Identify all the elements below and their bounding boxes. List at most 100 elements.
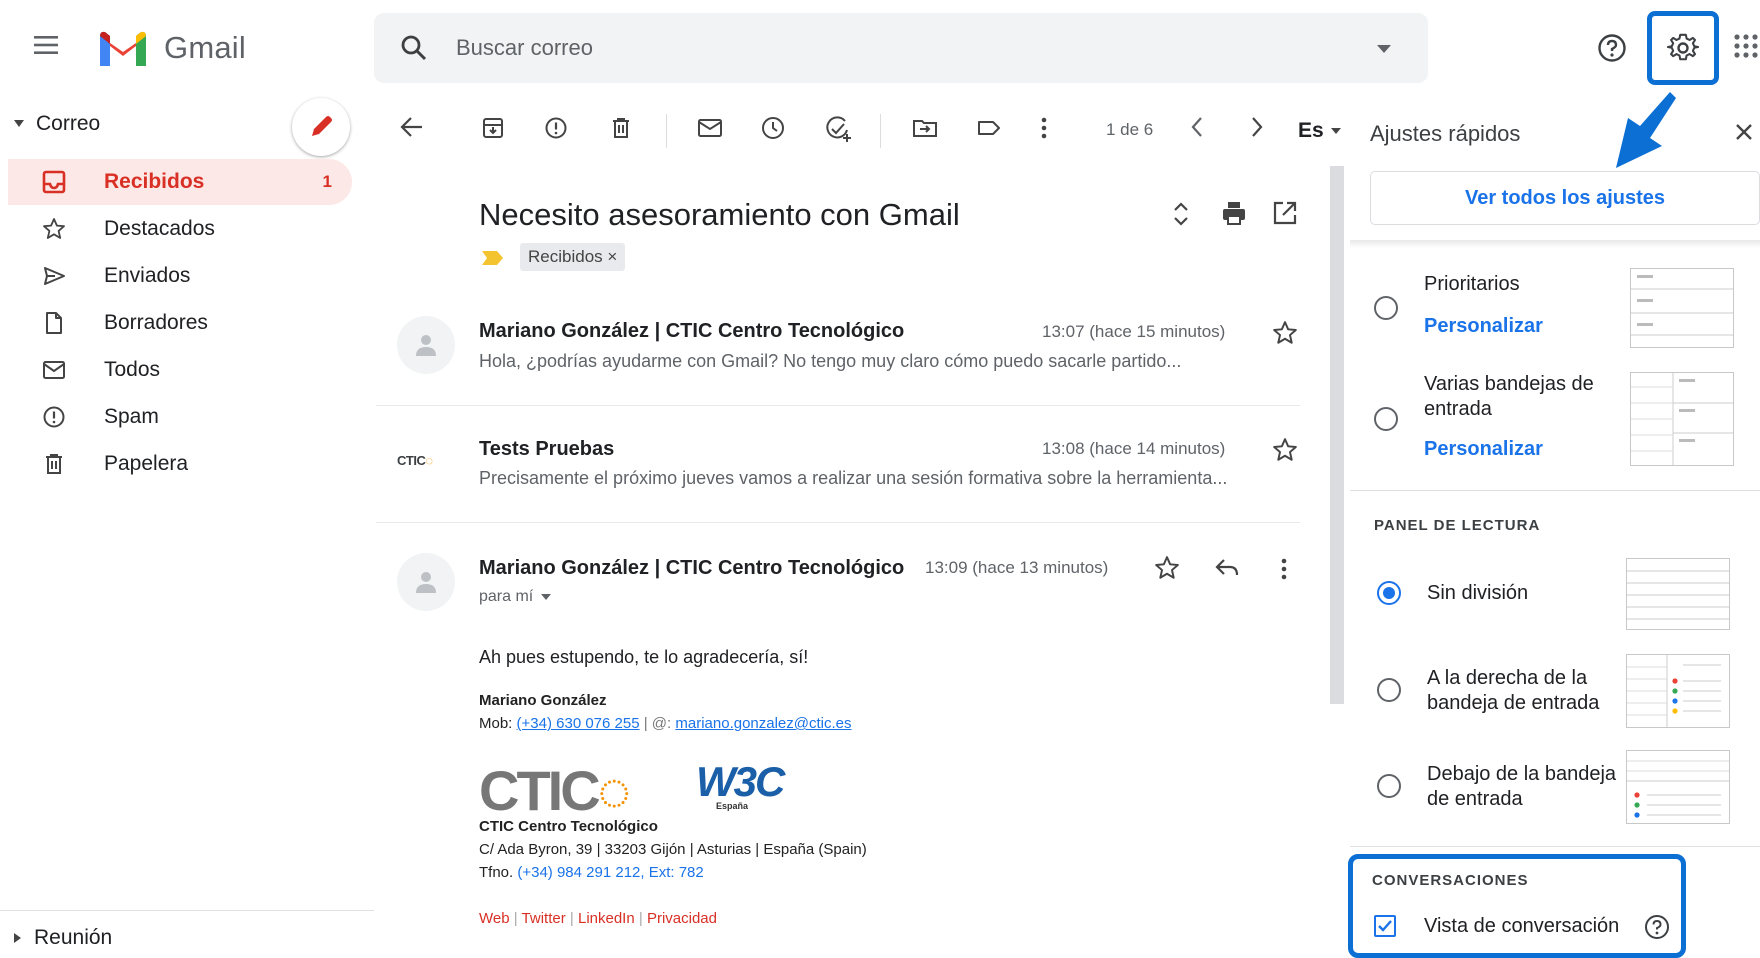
reading-pane-option-label: A la derecha de la bandeja de entrada	[1427, 667, 1600, 714]
envelope-icon	[698, 119, 722, 137]
sidebar-item-papelera[interactable]: Papelera	[8, 441, 352, 487]
meet-section-toggle[interactable]: Reunión	[14, 926, 112, 950]
inbox-label-chip[interactable]: Recibidos ×	[520, 243, 626, 271]
older-button[interactable]	[1250, 116, 1264, 138]
customize-prioritarios-link[interactable]: Personalizar	[1424, 315, 1543, 338]
help-icon	[1598, 34, 1626, 62]
newer-button[interactable]	[1190, 116, 1204, 138]
message-sender[interactable]: Tests Pruebas	[479, 438, 614, 461]
message-sender[interactable]: Mariano González | CTIC Centro Tecnológi…	[479, 557, 904, 580]
sidebar-item-destacados[interactable]: Destacados	[8, 206, 352, 252]
reading-pane-heading: PANEL DE LECTURA	[1374, 517, 1541, 534]
important-marker-icon[interactable]	[481, 250, 505, 266]
message-time: 13:07 (hace 15 minutos)	[1042, 322, 1226, 341]
star-button[interactable]	[1272, 320, 1298, 346]
message-divider	[376, 405, 1300, 406]
sidebar-item-borradores[interactable]: Borradores	[8, 300, 352, 346]
conversation-view-label: Vista de conversación	[1424, 915, 1620, 937]
ctic-logo[interactable]: CTIC◌	[479, 758, 631, 823]
input-tools-button[interactable]: Es	[1298, 119, 1342, 143]
expand-triangle-icon	[14, 933, 21, 943]
sidebar-item-todos[interactable]: Todos	[8, 347, 352, 393]
conversations-heading: CONVERSACIONES	[1372, 872, 1529, 889]
google-apps-button[interactable]	[1733, 33, 1759, 59]
search-options-icon[interactable]	[1376, 44, 1392, 54]
inbox-icon	[42, 170, 66, 194]
expand-all-button[interactable]	[1172, 200, 1190, 228]
twitter-link[interactable]: Twitter	[522, 910, 566, 927]
sidebar-item-spam[interactable]: Spam	[8, 394, 352, 440]
thread-scrollbar[interactable]	[1330, 166, 1344, 704]
print-button[interactable]	[1221, 200, 1247, 226]
office-phone-link[interactable]: (+34) 984 291 212, Ext: 782	[517, 864, 703, 881]
close-panel-button[interactable]	[1734, 122, 1754, 142]
labels-button[interactable]	[976, 116, 1002, 140]
w3c-logo-subtitle: España	[716, 801, 749, 811]
message-snippet[interactable]: Hola, ¿podrías ayudarme con Gmail? No te…	[479, 351, 1181, 372]
open-new-window-button[interactable]	[1272, 200, 1298, 226]
search-icon[interactable]	[400, 34, 428, 62]
help-button[interactable]	[1597, 33, 1627, 63]
trash-icon	[46, 454, 62, 474]
input-language: Es	[1298, 119, 1324, 142]
web-link[interactable]: Web	[479, 910, 510, 927]
conversation-view-checkbox[interactable]	[1374, 915, 1396, 937]
reading-pane-right-radio[interactable]	[1377, 678, 1401, 702]
message-more-button[interactable]	[1280, 557, 1288, 581]
report-spam-button[interactable]	[544, 116, 568, 140]
sidebar-item-recibidos[interactable]: Recibidos 1	[8, 159, 352, 205]
back-button[interactable]	[400, 116, 424, 138]
w3c-logo[interactable]: W3C	[696, 758, 785, 806]
snooze-button[interactable]	[761, 116, 785, 140]
archive-button[interactable]	[481, 116, 505, 140]
gmail-logo[interactable]: Gmail	[96, 28, 246, 68]
search-input[interactable]	[456, 31, 1336, 65]
sidebar-item-label: Destacados	[104, 217, 215, 240]
inbox-type-multiple-radio[interactable]	[1374, 407, 1398, 431]
conversation-view-help-button[interactable]	[1644, 914, 1670, 940]
thread-subject: Necesito asesoramiento con Gmail	[479, 197, 960, 232]
reply-button[interactable]	[1214, 557, 1240, 579]
more-actions-button[interactable]	[1040, 116, 1048, 140]
inbox-type-prioritarios-radio[interactable]	[1374, 296, 1398, 320]
linkedin-link[interactable]: LinkedIn	[578, 910, 635, 927]
search-bar[interactable]	[374, 13, 1428, 83]
star-button[interactable]	[1272, 437, 1298, 463]
star-icon	[1273, 321, 1297, 344]
settings-button[interactable]	[1647, 11, 1719, 85]
delete-button[interactable]	[609, 116, 633, 140]
star-button[interactable]	[1154, 555, 1180, 581]
mark-unread-button[interactable]	[697, 116, 723, 140]
sender-avatar[interactable]	[397, 316, 455, 374]
email-link[interactable]: mariano.gonzalez@ctic.es	[675, 715, 851, 732]
message-sender[interactable]: Mariano González | CTIC Centro Tecnológi…	[479, 320, 904, 343]
draft-icon	[46, 312, 62, 334]
privacy-link[interactable]: Privacidad	[647, 910, 717, 927]
mail-section-toggle[interactable]: Correo	[14, 112, 100, 136]
sender-avatar[interactable]	[397, 553, 455, 611]
right-split-preview-icon	[1627, 655, 1721, 727]
spam-icon	[43, 406, 65, 428]
reading-pane-none-radio[interactable]	[1377, 581, 1401, 605]
customize-multiple-link[interactable]: Personalizar	[1424, 438, 1543, 461]
mobile-phone-link[interactable]: (+34) 630 076 255	[517, 715, 640, 732]
inbox-preview-icon	[1631, 275, 1733, 336]
reading-pane-below-radio[interactable]	[1377, 774, 1401, 798]
clock-icon	[762, 117, 784, 139]
message-snippet[interactable]: Precisamente el próximo jueves vamos a r…	[479, 468, 1227, 489]
move-to-button[interactable]	[912, 116, 938, 140]
pointer-arrow-icon	[1616, 92, 1676, 168]
recipient-details-toggle[interactable]: para mí	[479, 588, 552, 606]
all-mail-icon	[43, 361, 65, 379]
main-menu-button[interactable]	[32, 34, 72, 68]
signature-phone: Tfno. (+34) 984 291 212, Ext: 782	[479, 864, 704, 881]
add-task-button[interactable]	[825, 116, 853, 142]
sidebar-item-enviados[interactable]: Enviados	[8, 253, 352, 299]
multiple-inbox-preview-icon	[1631, 373, 1733, 465]
compose-button[interactable]	[292, 98, 350, 156]
see-all-settings-button[interactable]: Ver todos los ajustes	[1370, 171, 1760, 225]
ctic-avatar[interactable]: CTIC◌	[397, 453, 433, 468]
signature-contact: Mob: (+34) 630 076 255 | @: mariano.gonz…	[479, 715, 852, 732]
toolbar-divider	[666, 114, 667, 148]
message-time: 13:08 (hace 14 minutos)	[1042, 439, 1226, 458]
